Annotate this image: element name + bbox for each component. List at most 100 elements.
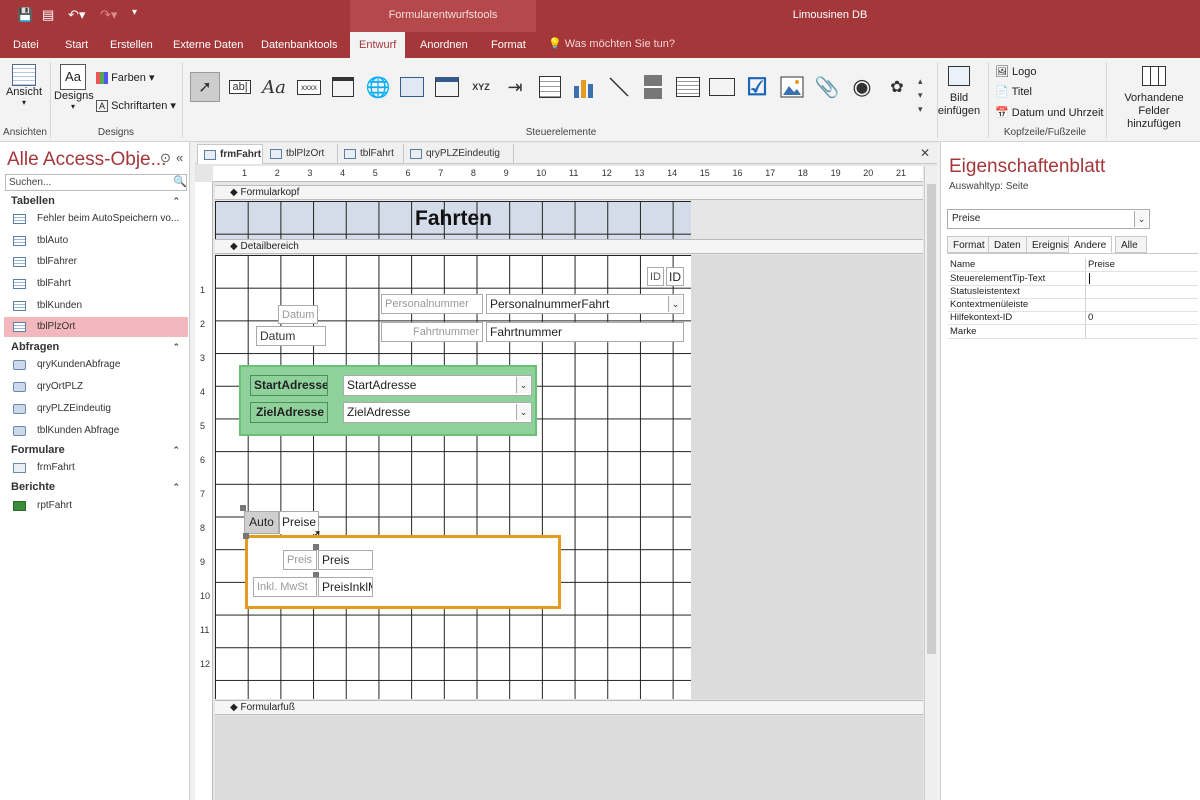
id-label[interactable]: ID [647,267,664,286]
tab-anordnen[interactable]: Anordnen [411,32,477,58]
farben-button[interactable]: Farben ▾ [96,71,155,85]
object-select[interactable]: Preise ⌄ [947,209,1150,229]
property-value[interactable]: Preise [1088,258,1115,271]
datum-field[interactable]: Datum [256,326,326,346]
search-icon[interactable]: 🔍 [173,175,187,188]
tab-start[interactable]: Start [56,32,97,58]
inkl-mwst-label[interactable]: Inkl. MwSt [253,577,317,597]
doc-tab-frmfahrt[interactable]: frmFahrt [197,144,263,164]
nav-item-table[interactable]: tblFahrt [4,274,188,294]
nav-search-input[interactable]: Suchen... [5,174,187,191]
preis-label[interactable]: Preis [283,550,317,570]
bild-einfuegen-button[interactable]: Bild einfügen [933,66,985,118]
chevron-down-icon[interactable]: ⌄ [668,296,682,312]
close-document-icon[interactable]: ✕ [920,146,930,160]
scrollbar-thumb[interactable] [927,184,936,654]
nav-item-query[interactable]: qryOrtPLZ [4,377,188,397]
nav-item-query[interactable]: qryKundenAbfrage [4,355,188,375]
line-control-icon[interactable] [604,72,634,102]
redo-icon[interactable]: ↷▾ [100,7,117,23]
nav-item-report[interactable]: rptFahrt [4,496,188,516]
personalnummer-label[interactable]: Personalnummer [381,294,483,314]
listbox-control-icon[interactable] [673,72,703,102]
undo-icon[interactable]: ↶▾ [68,7,85,23]
logo-button[interactable]: 🖼 Logo [995,65,1037,78]
nav-item-table-selected[interactable]: tblPlzOrt [4,317,188,337]
startadresse-label[interactable]: StartAdresse [250,375,328,396]
hyperlink-icon[interactable]: 🌐 [363,72,393,102]
save-icon[interactable]: 💾 [17,7,33,23]
option-button-icon[interactable]: ◉ [847,72,877,102]
property-row[interactable]: Statusleistentext [948,285,1198,299]
nav-title[interactable]: Alle Access-Obje... [7,149,166,171]
rectangle-control-icon[interactable] [707,72,737,102]
navigation-control-icon[interactable] [432,72,462,102]
fahrtnummer-field[interactable]: Fahrtnummer [486,322,684,342]
controls-gallery-scroll[interactable]: ▴ ▾ ▾ [918,74,923,116]
image-control-icon[interactable] [777,72,807,102]
tab-format[interactable]: Format [482,32,535,58]
toggle-button-icon[interactable] [638,72,668,102]
doc-tab-tblplzort[interactable]: tblPlzOrt [264,144,338,164]
button-control-icon[interactable]: xxxx [294,72,324,102]
form-view-icon[interactable]: ▤ [42,7,54,23]
insert-activex-icon[interactable]: ✿ [882,72,912,102]
checkbox-control-icon[interactable]: ☑ [742,72,772,102]
ansicht-button[interactable]: Ansicht ▾ [4,64,44,107]
web-browser-icon[interactable] [397,72,427,102]
chevron-down-icon[interactable]: ⌄ [1134,211,1148,227]
zieladresse-combobox[interactable]: ZielAdresse ⌄ [343,402,532,423]
tab-control-page[interactable] [245,535,561,609]
datum-label[interactable]: Datum [278,305,318,324]
section-header-formularfuss[interactable]: ◆ Formularfuß [215,700,923,715]
section-header-formularkopf[interactable]: ◆ Formularkopf [215,185,923,200]
preis-inkl-field[interactable]: PreisInklM [318,577,373,597]
nav-item-table[interactable]: tblAuto [4,231,188,251]
page-break-icon[interactable]: ⇥ [500,72,530,102]
collapse-pane-icon[interactable]: « [176,150,183,165]
startadresse-combobox[interactable]: StartAdresse ⌄ [343,375,532,396]
nav-item-table[interactable]: Fehler beim AutoSpeichern vo... [4,209,188,229]
tell-me-box[interactable]: 💡 Was möchten Sie tun? [548,37,675,50]
doc-tab-qryplzeindeutig[interactable]: qryPLZEindeutig [404,144,514,164]
datum-uhrzeit-button[interactable]: 📅 Datum und Uhrzeit [995,106,1103,119]
tab-erstellen[interactable]: Erstellen [101,32,162,58]
nav-section-berichte[interactable]: Berichte ⌃ [0,478,190,496]
id-field[interactable]: ID [666,267,684,286]
section-header-detailbereich[interactable]: ◆ Detailbereich [215,239,923,254]
nav-item-form[interactable]: frmFahrt [4,458,188,478]
prop-tab-alle[interactable]: Alle [1115,236,1147,253]
zieladresse-label[interactable]: ZielAdresse [250,402,328,423]
preis-field[interactable]: Preis [318,550,373,570]
nav-item-query[interactable]: qryPLZEindeutig [4,399,188,419]
nav-section-abfragen[interactable]: Abfragen ⌃ [0,338,190,356]
tab-control-icon[interactable] [328,72,358,102]
nav-section-tabellen[interactable]: Tabellen ⌃ [0,192,190,210]
nav-menu-icon[interactable]: ⊙ [160,150,171,166]
nav-item-table[interactable]: tblKunden [4,296,188,316]
vorhandene-felder-button[interactable]: Vorhandene Felder hinzufügen [1110,66,1198,131]
chart-control-icon[interactable] [569,72,599,102]
tab-datei[interactable]: Datei [4,32,48,58]
titel-button[interactable]: 📄 Titel [995,85,1032,98]
prop-tab-daten[interactable]: Daten [988,236,1027,253]
option-group-icon[interactable]: XYZ [466,72,496,102]
fahrtnummer-label[interactable]: Fahrtnummer [381,322,483,342]
doc-tab-tblfahrt[interactable]: tblFahrt [338,144,404,164]
textbox-control-icon[interactable]: ab| [225,72,255,102]
label-control-icon[interactable]: Aa [259,72,289,102]
prop-tab-andere[interactable]: Andere [1068,236,1113,253]
tab-page-auto[interactable]: Auto [244,511,279,534]
nav-section-formulare[interactable]: Formulare ⌃ [0,441,190,459]
customize-qat-icon[interactable]: ▾ [132,7,137,18]
property-row[interactable]: Marke [948,325,1198,339]
designs-button[interactable]: Aa Designs ▾ [54,64,94,111]
property-value[interactable]: 0 [1088,311,1093,324]
property-row[interactable]: Kontextmenüleiste [948,298,1198,312]
chevron-down-icon[interactable]: ⌄ [516,377,530,393]
tab-datenbanktools[interactable]: Datenbanktools [252,32,346,58]
selection-handle[interactable] [243,533,249,539]
prop-tab-ereignis[interactable]: Ereignis [1026,236,1075,253]
prop-tab-format[interactable]: Format [947,236,991,253]
tab-externe-daten[interactable]: Externe Daten [164,32,252,58]
